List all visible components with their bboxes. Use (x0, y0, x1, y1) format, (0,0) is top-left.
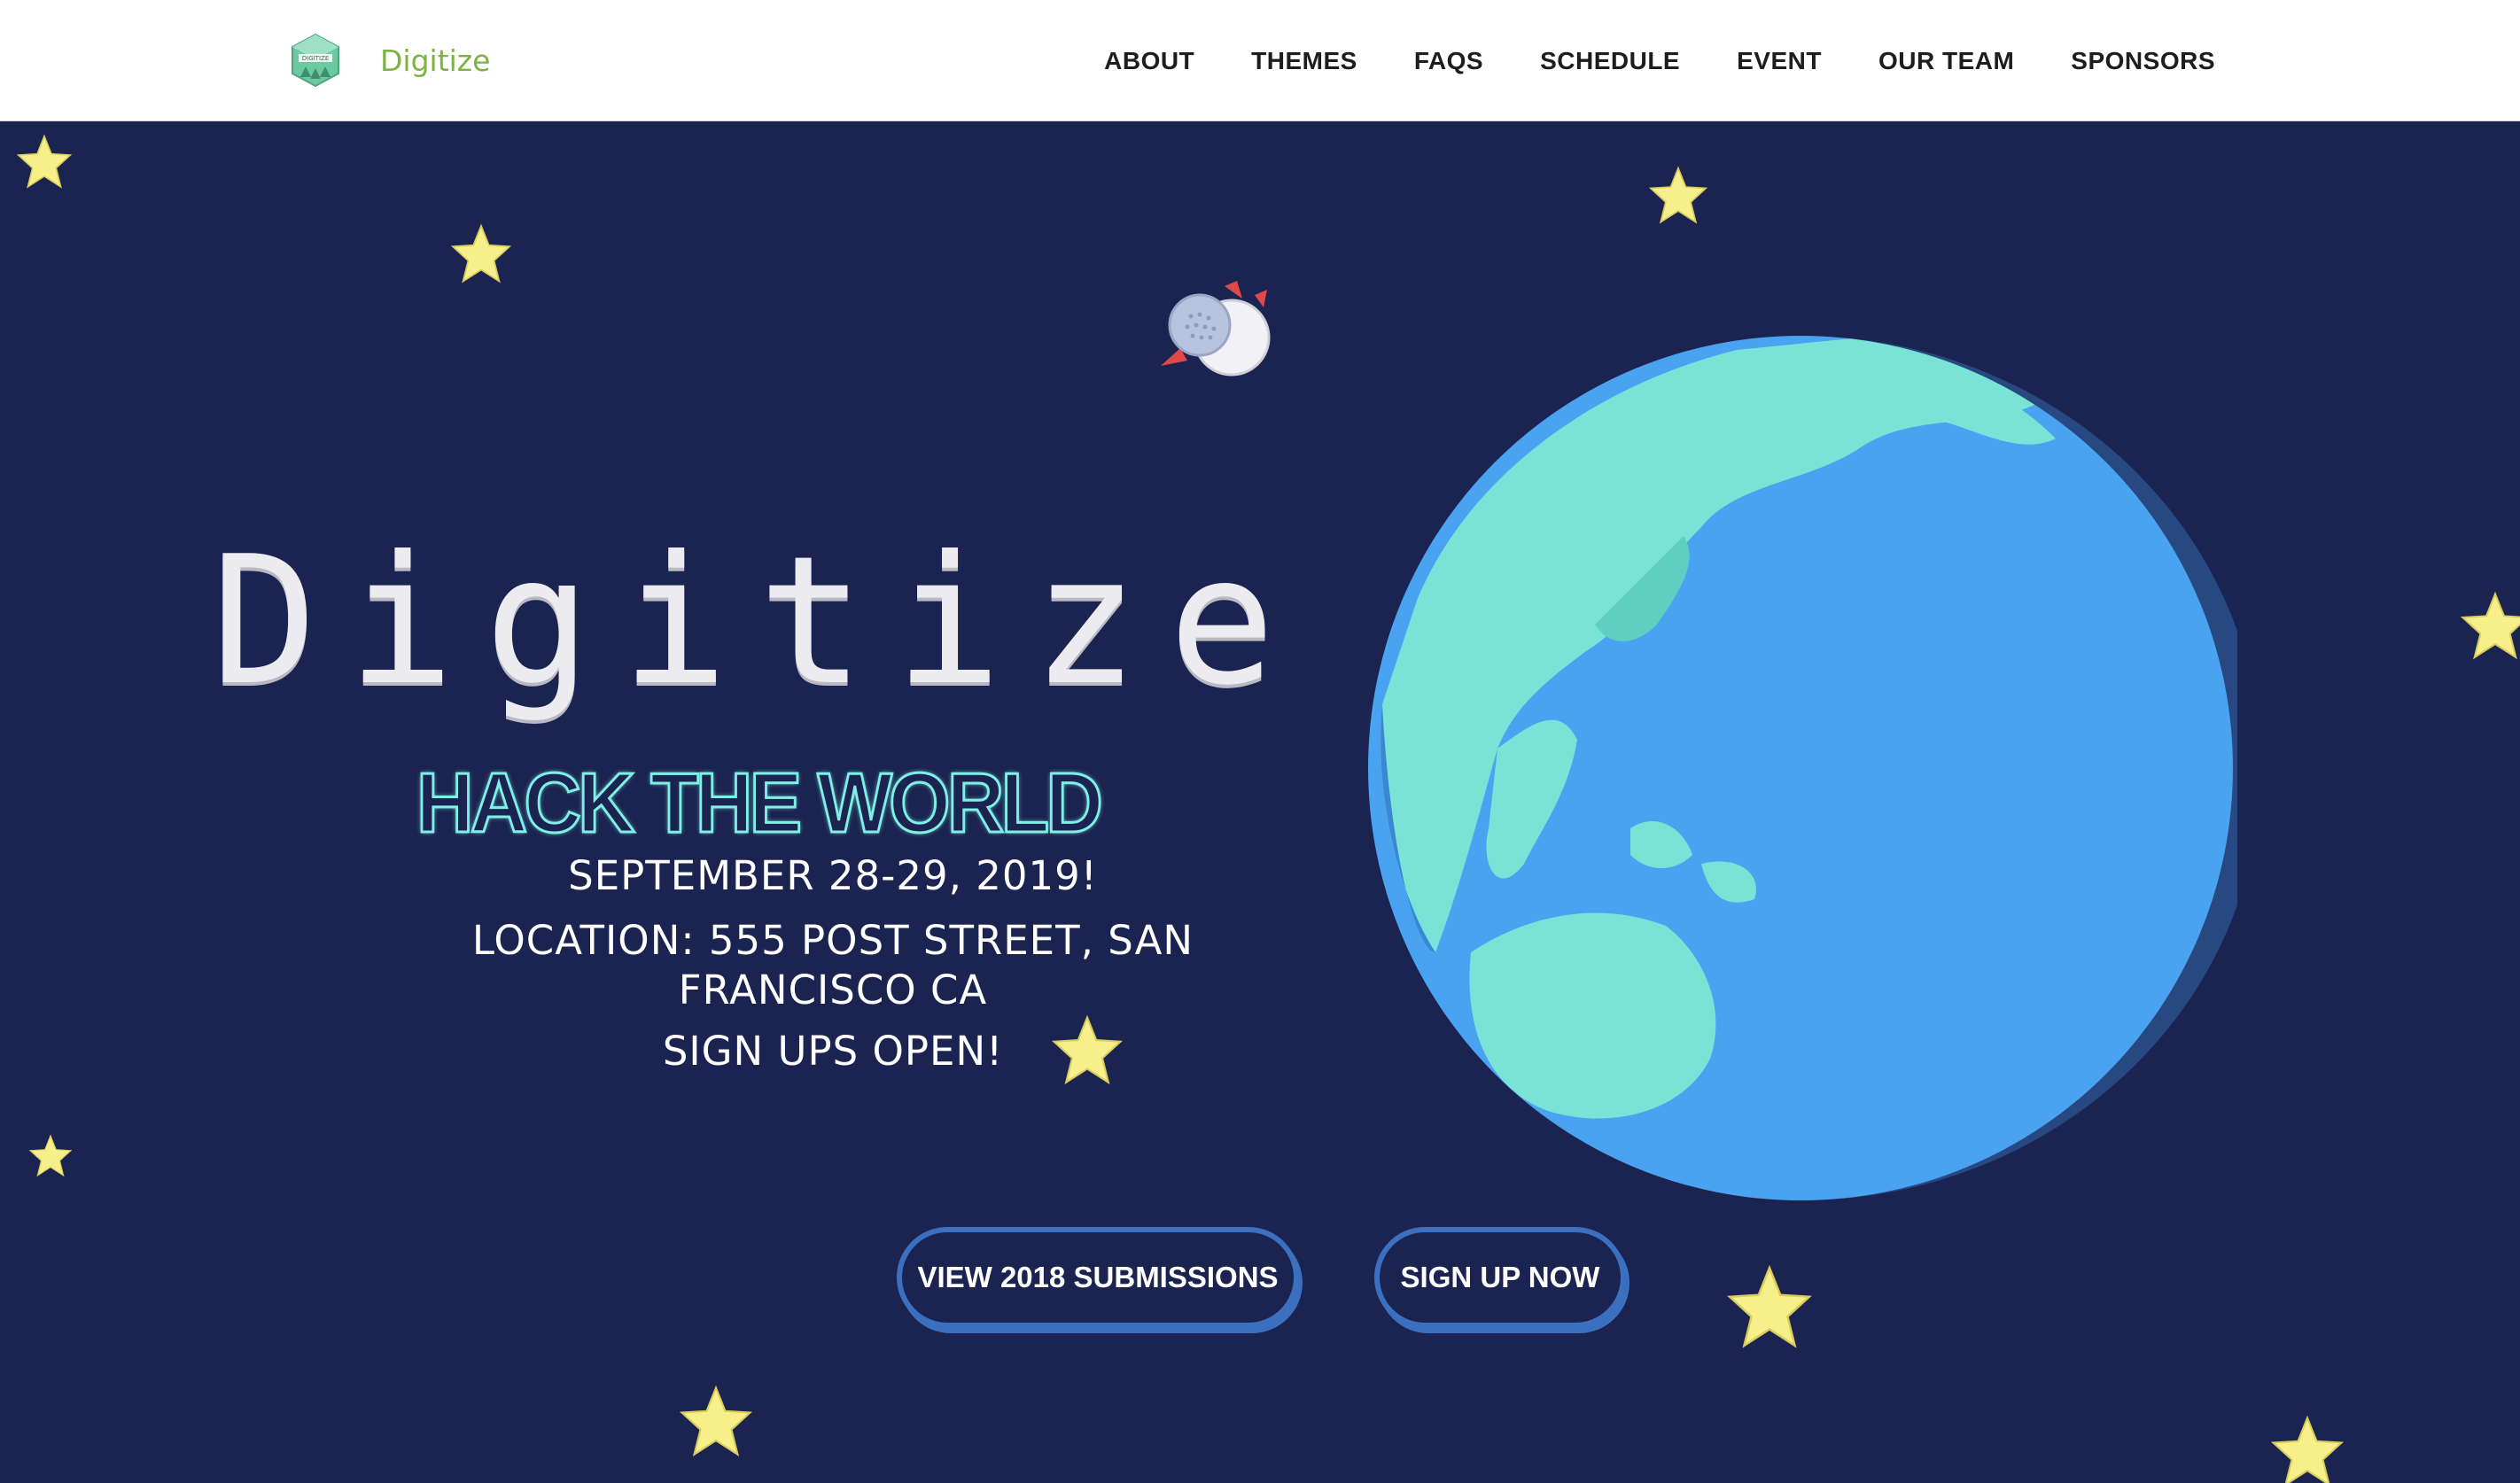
star-icon (450, 223, 512, 283)
star-icon (1727, 1264, 1812, 1348)
nav-link-sponsors[interactable]: SPONSORS (2071, 47, 2215, 75)
event-date: SEPTEMBER 28-29, 2019! (568, 852, 1098, 899)
nav-link-event[interactable]: EVENT (1737, 47, 1822, 75)
star-icon (679, 1385, 753, 1457)
nav-link-faqs[interactable]: FAQS (1414, 47, 1483, 75)
nav-link-themes[interactable]: THEMES (1251, 47, 1357, 75)
hero-tagline: HACK THE WORLD (416, 755, 1105, 852)
satellite-icon (1161, 281, 1271, 377)
signups-status: SIGN UPS OPEN! (662, 1028, 1004, 1075)
nav-link-our-team[interactable]: OUR TEAM (1878, 47, 2014, 75)
hero-title: Digitize (211, 518, 1306, 725)
view-submissions-button[interactable]: VIEW 2018 SUBMISSIONS (897, 1227, 1299, 1328)
star-icon (1648, 166, 1708, 224)
sign-up-button[interactable]: SIGN UP NOW (1374, 1227, 1626, 1328)
brand[interactable]: DIGITIZE Digitize (288, 32, 490, 89)
logo-text: DIGITIZE (302, 55, 330, 62)
nav-link-about[interactable]: ABOUT (1104, 47, 1194, 75)
nav-links: ABOUT THEMES FAQS SCHEDULE EVENT OUR TEA… (1104, 0, 2215, 121)
event-location: LOCATION: 555 POST STREET, SAN FRANCISCO… (471, 917, 1194, 1013)
star-icon (28, 1134, 73, 1177)
digitize-logo-icon: DIGITIZE (292, 33, 339, 88)
nav-link-schedule[interactable]: SCHEDULE (1540, 47, 1680, 75)
earth-icon (1368, 336, 2237, 1200)
star-icon (16, 134, 73, 189)
star-icon (2460, 591, 2520, 660)
star-icon (2270, 1415, 2345, 1483)
brand-name[interactable]: Digitize (380, 43, 490, 78)
navbar: DIGITIZE Digitize ABOUT THEMES FAQS SCHE… (0, 0, 2520, 121)
hero-section: Digitize HACK THE WORLD SEPTEMBER 28-29,… (0, 121, 2520, 1483)
